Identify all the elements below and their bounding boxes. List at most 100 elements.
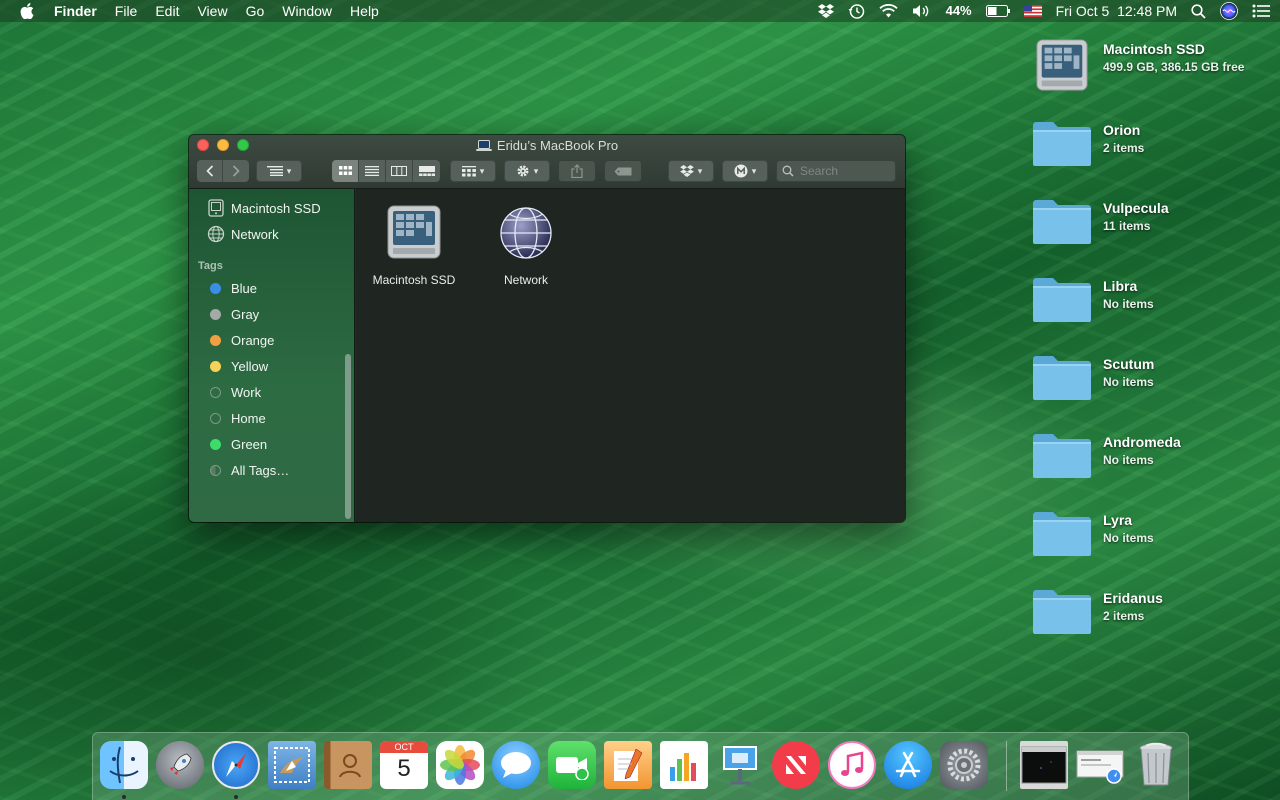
launchpad-icon[interactable] [156, 741, 204, 789]
network-globe-icon [207, 225, 225, 243]
search-field[interactable] [776, 160, 896, 182]
sidebar-all-tags[interactable]: All Tags… [189, 458, 355, 482]
sidebar: Macintosh SSD Network Tags Blue Gray Ora… [189, 189, 355, 522]
share-button[interactable] [558, 160, 596, 182]
desktop-folder-orion[interactable]: Orion 2 items [1032, 119, 1272, 175]
system-preferences-icon[interactable] [940, 741, 988, 789]
minimized-window-icon[interactable] [1020, 741, 1068, 789]
sidebar-item-macintosh-ssd[interactable]: Macintosh SSD [189, 196, 355, 220]
chevron-right-icon [232, 165, 240, 177]
menu-view[interactable]: View [188, 0, 236, 22]
search-input[interactable] [800, 164, 890, 178]
menu-bar: Finder File Edit View Go Window Help 44%… [0, 0, 1280, 22]
sidebar-tag-blue[interactable]: Blue [189, 276, 355, 300]
window-title: Eridu’s MacBook Pro [189, 138, 905, 153]
keynote-icon[interactable] [716, 741, 764, 789]
app-store-icon[interactable] [884, 741, 932, 789]
facetime-icon[interactable] [548, 741, 596, 789]
dropbox-icon[interactable] [817, 4, 834, 18]
calendar-day: 5 [397, 755, 411, 782]
photos-icon[interactable] [436, 741, 484, 789]
sidebar-item-network[interactable]: Network [189, 222, 355, 246]
desktop-item-name: Libra [1103, 278, 1138, 294]
folder-icon [1032, 431, 1092, 483]
menu-finder[interactable]: Finder [54, 0, 106, 22]
sidebar-tag-yellow[interactable]: Yellow [189, 354, 355, 378]
dropbox-button[interactable]: ▾ [668, 160, 714, 182]
menu-window[interactable]: Window [273, 0, 341, 22]
mail-icon[interactable] [268, 741, 316, 789]
volume-icon[interactable] [912, 4, 932, 18]
list-view-button[interactable] [359, 160, 386, 182]
arrange-button[interactable]: ▾ [256, 160, 302, 182]
content-item-network[interactable]: Network [471, 201, 581, 287]
trash-icon[interactable] [1132, 741, 1180, 789]
news-icon[interactable] [772, 741, 820, 789]
desktop-item-name: Orion [1103, 122, 1141, 138]
minimized-window-icon[interactable] [1076, 741, 1124, 789]
spotlight-icon[interactable] [1191, 3, 1206, 19]
desktop-folder-libra[interactable]: Libra No items [1032, 275, 1272, 331]
file-browser-content: Macintosh SSD Network [356, 189, 905, 522]
all-tags-icon [210, 464, 221, 476]
running-indicator [234, 795, 238, 799]
finder-icon[interactable] [100, 741, 148, 789]
wifi-icon[interactable] [878, 4, 898, 18]
sidebar-tag-home[interactable]: Home [189, 406, 355, 430]
extension-button[interactable]: ▾ [722, 160, 768, 182]
us-flag-icon[interactable] [1023, 5, 1042, 17]
contacts-icon[interactable] [324, 741, 372, 789]
forward-button[interactable] [223, 160, 249, 182]
siri-icon[interactable] [1220, 2, 1238, 20]
notification-center-icon[interactable] [1252, 4, 1270, 18]
itunes-icon[interactable] [828, 741, 876, 789]
menu-edit[interactable]: Edit [146, 0, 188, 22]
clock[interactable]: Fri Oct 5 12:48 PM [1056, 0, 1177, 22]
pages-icon[interactable] [604, 741, 652, 789]
desktop-item-macintosh-ssd[interactable]: Macintosh SSD 499.9 GB, 386.15 GB free [1032, 38, 1272, 94]
column-view-button[interactable] [386, 160, 413, 182]
desktop-folder-eridanus[interactable]: Eridanus 2 items [1032, 587, 1272, 643]
sidebar-item-label: Blue [231, 280, 258, 296]
content-item-macintosh-ssd[interactable]: Macintosh SSD [359, 201, 469, 287]
messages-icon[interactable] [492, 741, 540, 789]
time-machine-icon[interactable] [848, 3, 865, 20]
menu-file[interactable]: File [106, 0, 147, 22]
menu-go[interactable]: Go [237, 0, 274, 22]
desktop-folder-scutum[interactable]: Scutum No items [1032, 353, 1272, 409]
desktop-folder-vulpecula[interactable]: Vulpecula 11 items [1032, 197, 1272, 253]
sidebar-item-label: Yellow [231, 358, 269, 374]
apple-menu-icon[interactable] [20, 3, 38, 19]
desktop-item-name: Vulpecula [1103, 200, 1169, 216]
desktop-folder-lyra[interactable]: Lyra No items [1032, 509, 1272, 565]
chevron-down-icon: ▾ [697, 165, 703, 176]
sidebar-scrollbar[interactable] [345, 354, 351, 519]
list-view-icon [365, 166, 379, 176]
folder-icon [1032, 509, 1092, 561]
gallery-view-button[interactable] [413, 160, 440, 182]
safari-icon[interactable] [212, 741, 260, 789]
sidebar-item-label: Orange [231, 332, 275, 348]
battery-percentage: 44% [945, 3, 972, 18]
menu-help[interactable]: Help [341, 0, 388, 22]
sidebar-tag-gray[interactable]: Gray [189, 302, 355, 326]
group-button[interactable]: ▾ [450, 160, 496, 182]
desktop-item-info: No items [1103, 531, 1154, 545]
share-icon [571, 164, 583, 178]
desktop-item-name: Lyra [1103, 512, 1133, 528]
action-button[interactable]: ▾ [504, 160, 550, 182]
chevron-down-icon: ▾ [286, 165, 292, 176]
tags-button[interactable] [604, 160, 642, 182]
sidebar-tag-green[interactable]: Green [189, 432, 355, 456]
numbers-icon[interactable] [660, 741, 708, 789]
battery-icon[interactable] [985, 5, 1010, 17]
icon-view-button[interactable] [332, 160, 359, 182]
desktop-item-name: Eridanus [1103, 590, 1163, 606]
sidebar-tag-work[interactable]: Work [189, 380, 355, 404]
back-button[interactable] [197, 160, 223, 182]
calendar-icon[interactable]: OCT 5 [380, 741, 428, 789]
tag-color-dot [210, 438, 221, 450]
desktop-folder-andromeda[interactable]: Andromeda No items [1032, 431, 1272, 487]
sidebar-heading-tags: Tags [198, 260, 223, 272]
sidebar-tag-orange[interactable]: Orange [189, 328, 355, 352]
